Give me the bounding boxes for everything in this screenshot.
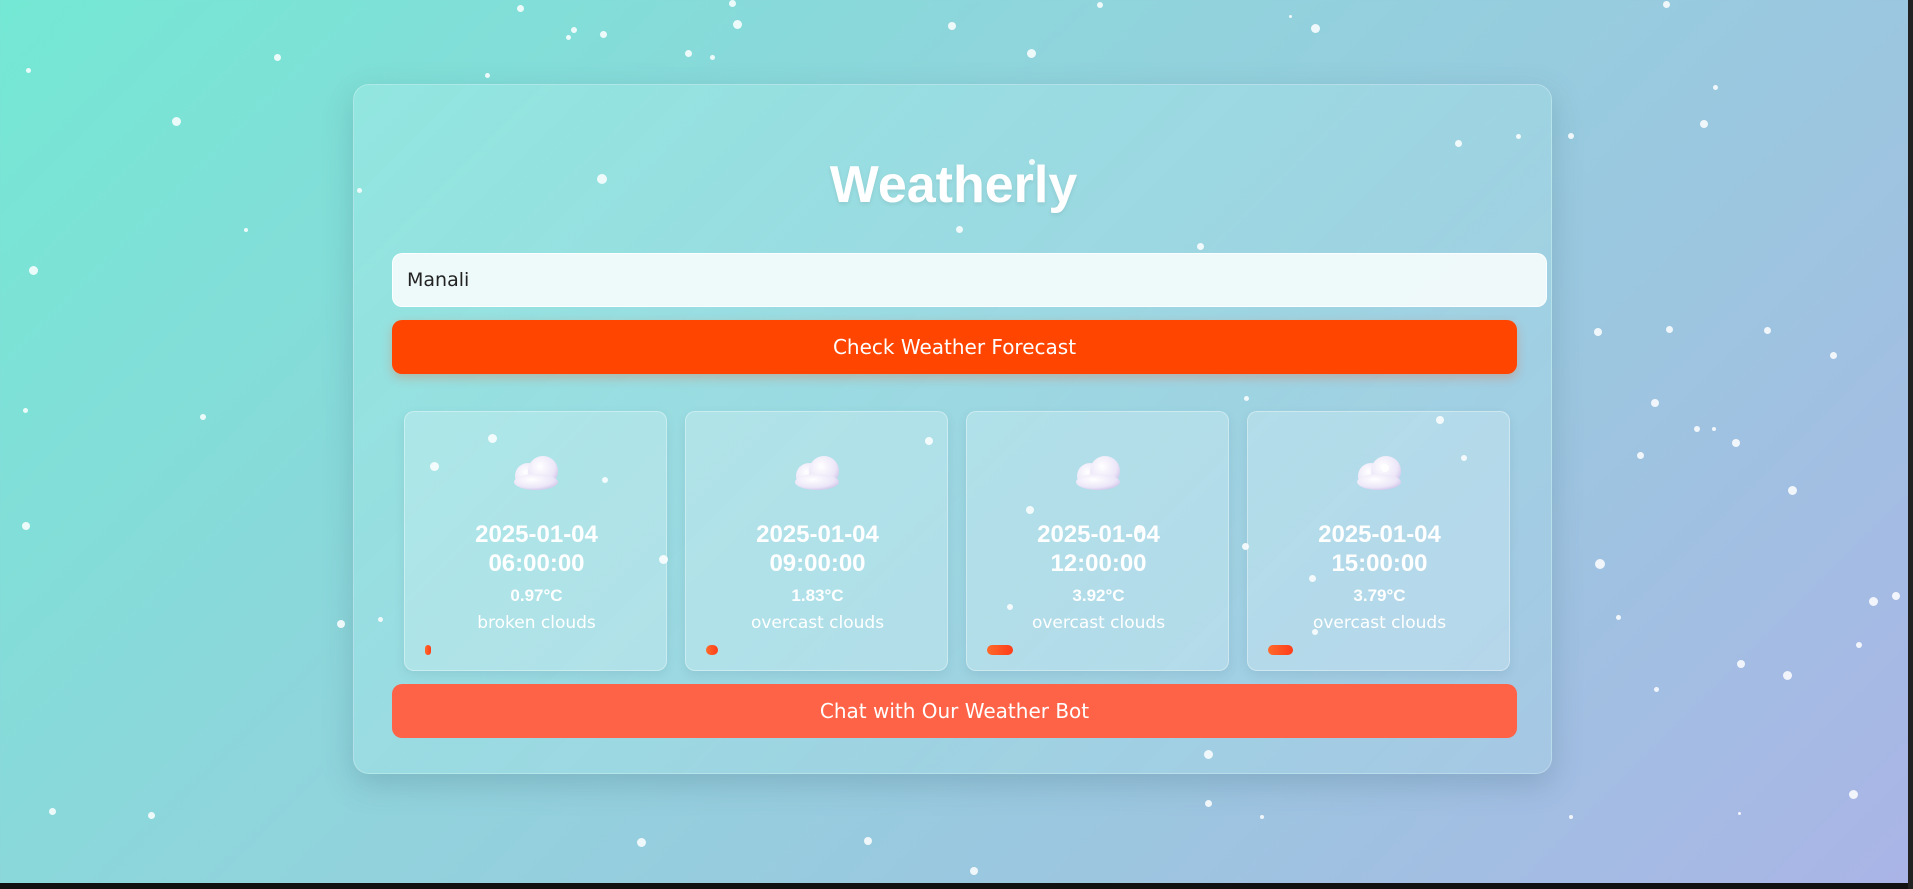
- snowflake: [1737, 811, 1741, 815]
- snowflake: [1737, 660, 1745, 668]
- snowflake: [1662, 0, 1670, 8]
- snowflake: [484, 72, 490, 78]
- snowflake: [1856, 642, 1862, 648]
- forecast-list: 2025-01-04 06:00:00 0.97°C broken clouds…: [404, 411, 1510, 671]
- forecast-card: 2025-01-04 12:00:00 3.92°C overcast clou…: [966, 411, 1229, 671]
- snowflake: [1651, 399, 1659, 407]
- snowflake: [1595, 559, 1605, 569]
- window-right-edge: [1908, 0, 1913, 889]
- snowflake: [1892, 592, 1900, 600]
- snowflake: [1026, 48, 1036, 58]
- forecast-temperature: 0.97°C: [510, 586, 563, 605]
- snowflake: [48, 807, 56, 815]
- snowflake: [1097, 2, 1103, 8]
- snowflake: [599, 30, 607, 38]
- snowflake: [636, 837, 646, 847]
- snowflake: [1829, 351, 1837, 359]
- app-title: Weatherly: [829, 156, 1078, 214]
- forecast-date: 2025-01-04: [756, 521, 879, 548]
- weather-card: Weatherly Check Weather Forecast 2025-01…: [353, 84, 1552, 774]
- snowflake: [516, 4, 524, 12]
- snowflake: [948, 22, 956, 30]
- snowflake: [864, 837, 872, 845]
- forecast-card: 2025-01-04 15:00:00 3.79°C overcast clou…: [1247, 411, 1510, 671]
- city-input[interactable]: [392, 253, 1547, 307]
- snowflake: [1782, 670, 1792, 680]
- forecast-card: 2025-01-04 09:00:00 1.83°C overcast clou…: [685, 411, 948, 671]
- forecast-time: 15:00:00: [1331, 550, 1428, 577]
- snowflake: [1615, 614, 1621, 620]
- snowflake: [1868, 596, 1878, 606]
- snowflake: [171, 116, 181, 126]
- cloud-icon: [1357, 456, 1401, 490]
- forecast-time: 09:00:00: [769, 550, 866, 577]
- snowflake: [1712, 427, 1716, 431]
- snowflake: [1568, 133, 1574, 139]
- forecast-temperature: 3.92°C: [1072, 586, 1125, 605]
- forecast-description: overcast clouds: [750, 613, 885, 633]
- forecast-description: overcast clouds: [1031, 613, 1166, 633]
- snowflake: [1763, 326, 1771, 334]
- snowflake: [1665, 325, 1673, 333]
- forecast-description: overcast clouds: [1312, 613, 1447, 633]
- snowflake: [1732, 439, 1740, 447]
- forecast-datetime: 2025-01-04 09:00:00: [686, 520, 949, 578]
- snowflake: [684, 49, 692, 57]
- check-weather-button[interactable]: Check Weather Forecast: [392, 320, 1517, 374]
- snowflake: [970, 867, 978, 875]
- forecast-card: 2025-01-04 06:00:00 0.97°C broken clouds: [404, 411, 667, 671]
- snowflake: [1787, 485, 1797, 495]
- forecast-description: broken clouds: [477, 613, 596, 633]
- snowflake: [1636, 451, 1644, 459]
- snowflake: [1310, 23, 1320, 33]
- snowflake: [732, 19, 742, 29]
- snowflake: [1569, 815, 1573, 819]
- cloud-icon: [514, 456, 558, 490]
- snowflake: [1653, 686, 1659, 692]
- forecast-date: 2025-01-04: [1318, 521, 1441, 548]
- snowflake: [337, 620, 345, 628]
- forecast-time: 06:00:00: [488, 550, 585, 577]
- temperature-bar: [1268, 645, 1293, 655]
- snowflake: [1204, 799, 1212, 807]
- forecast-datetime: 2025-01-04 06:00:00: [405, 520, 668, 578]
- snowflake: [709, 54, 715, 60]
- snowflake: [200, 414, 206, 420]
- cloud-icon: [1076, 456, 1120, 490]
- snowflake: [571, 27, 577, 33]
- snowflake: [147, 811, 155, 819]
- temperature-bar: [425, 645, 431, 655]
- snowflake: [25, 67, 31, 73]
- snowflake: [1288, 14, 1292, 18]
- snowflake: [244, 228, 248, 232]
- window-bottom-edge: [0, 883, 1913, 889]
- snowflake: [1712, 84, 1718, 90]
- snowflake: [1848, 789, 1858, 799]
- cloud-icon: [795, 456, 839, 490]
- snowflake: [565, 34, 571, 40]
- snowflake: [1694, 426, 1700, 432]
- forecast-datetime: 2025-01-04 15:00:00: [1248, 520, 1511, 578]
- forecast-temperature: 3.79°C: [1353, 586, 1406, 605]
- snowflake: [22, 522, 30, 530]
- snowflake: [28, 265, 38, 275]
- forecast-date: 2025-01-04: [475, 521, 598, 548]
- forecast-datetime: 2025-01-04 12:00:00: [967, 520, 1230, 578]
- forecast-temperature: 1.83°C: [791, 586, 844, 605]
- snowflake: [1594, 328, 1602, 336]
- snowflake: [273, 53, 281, 61]
- snowflake: [1700, 120, 1708, 128]
- snowflake: [1260, 815, 1264, 819]
- temperature-bar: [987, 645, 1013, 655]
- chat-bot-button[interactable]: Chat with Our Weather Bot: [392, 684, 1517, 738]
- snowflake: [728, 0, 736, 7]
- snowflake: [22, 407, 28, 413]
- forecast-time: 12:00:00: [1050, 550, 1147, 577]
- forecast-date: 2025-01-04: [1037, 521, 1160, 548]
- temperature-bar: [706, 645, 718, 655]
